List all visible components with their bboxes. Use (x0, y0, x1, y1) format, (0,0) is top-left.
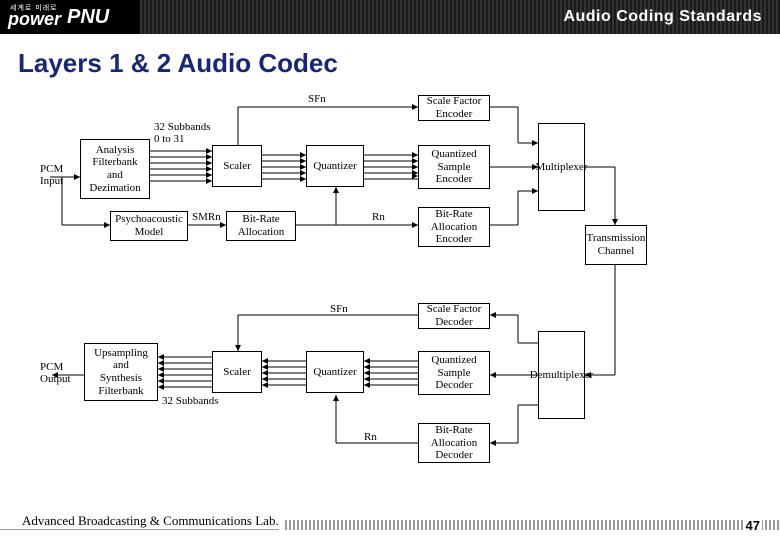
footer-stripes: 47 (285, 520, 780, 530)
decoder-quantizer-block: Quantizer (306, 351, 364, 393)
decoder-rn-label: Rn (364, 431, 377, 443)
encoder-scaler-block: Scaler (212, 145, 262, 187)
decoder-sfn-label: SFn (330, 303, 348, 315)
synthesis-filterbank-block: UpsamplingandSynthesisFilterbank (84, 343, 158, 401)
encoder-rn-label: Rn (372, 211, 385, 223)
logo-korean: 세계로 미래로 (10, 3, 58, 13)
quantized-sample-encoder-block: QuantizedSampleEncoder (418, 145, 490, 189)
bit-rate-allocation-decoder-block: Bit-RateAllocationDecoder (418, 423, 490, 463)
decoder-subbands-label: 32 Subbands (162, 395, 219, 407)
slide-title: Layers 1 & 2 Audio Codec (0, 34, 780, 79)
logo-pnu: PNU (67, 6, 109, 29)
header-bar: 세계로 미래로 power PNU Audio Coding Standards (0, 0, 780, 34)
encoder-subbands-label: 32 Subbands0 to 31 (154, 121, 211, 145)
bit-rate-allocation-block: Bit-RateAllocation (226, 211, 296, 241)
encoder-quantizer-block: Quantizer (306, 145, 364, 187)
demultiplexer-block: Demultiplexer (538, 331, 585, 419)
multiplexer-block: Multiplexer (538, 123, 585, 211)
footer: Advanced Broadcasting & Communications L… (0, 510, 780, 530)
bit-rate-allocation-encoder-block: Bit-RateAllocationEncoder (418, 207, 490, 247)
logo: 세계로 미래로 power PNU (0, 0, 140, 34)
diagram: PCMInput AnalysisFilterbankandDezimation… (40, 95, 740, 475)
footer-lab: Advanced Broadcasting & Communications L… (0, 513, 279, 530)
smrn-label: SMRn (192, 211, 221, 223)
pcm-output-label: PCMOutput (40, 361, 71, 385)
pcm-input-label: PCMInput (40, 163, 63, 187)
decoder-scaler-block: Scaler (212, 351, 262, 393)
header-stripes: Audio Coding Standards (140, 0, 780, 34)
header-title: Audio Coding Standards (563, 8, 762, 26)
analysis-filterbank-block: AnalysisFilterbankandDezimation (80, 139, 150, 199)
encoder-sfn-label: SFn (308, 93, 326, 105)
transmission-channel-block: TransmissionChannel (585, 225, 647, 265)
scale-factor-decoder-block: Scale FactorDecoder (418, 303, 490, 329)
page-number: 47 (744, 518, 762, 533)
quantized-sample-decoder-block: QuantizedSampleDecoder (418, 351, 490, 395)
psychoacoustic-model-block: PsychoacousticModel (110, 211, 188, 241)
scale-factor-encoder-block: Scale FactorEncoder (418, 95, 490, 121)
